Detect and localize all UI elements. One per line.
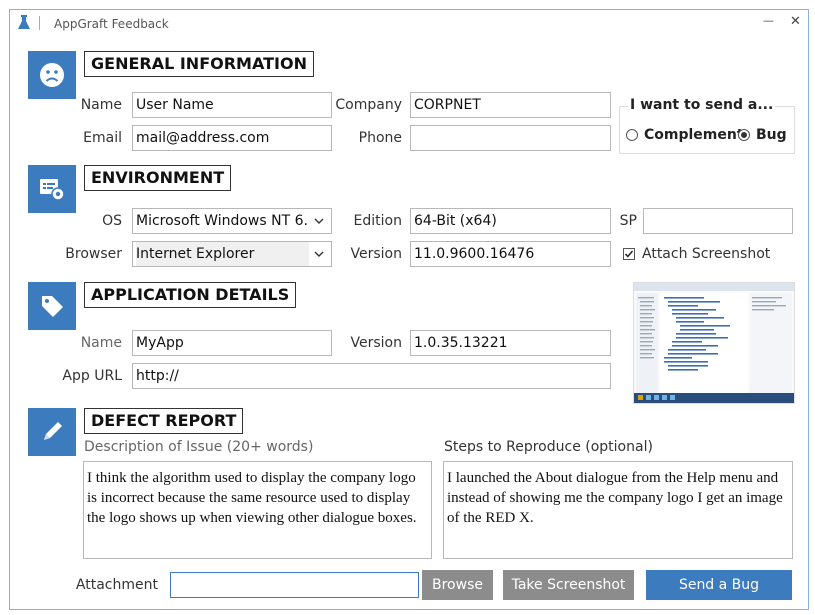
steps-label: Steps to Reproduce (optional) [444,439,653,455]
send-type-label: I want to send a... [628,97,776,113]
os-label: OS [102,213,122,229]
radio-complement-circle[interactable] [626,129,638,141]
flask-icon [17,15,31,31]
app-url-input[interactable]: http:// [132,363,611,389]
radio-bug-circle[interactable] [738,129,750,141]
email-label: Email [83,130,122,146]
radio-complement[interactable]: Complement [626,127,744,143]
browser-select[interactable]: Internet Explorer [132,241,332,267]
env-version-label: Version [350,246,402,262]
radio-bug[interactable]: Bug [738,127,787,143]
app-name-label: Name [80,335,122,351]
attach-screenshot-label[interactable]: Attach Screenshot [642,241,770,267]
app-name-input[interactable]: MyApp [132,330,332,356]
application-heading: APPLICATION DETAILS [84,282,297,308]
screenshot-thumbnail [633,282,795,404]
window-title: AppGraft Feedback [54,17,169,31]
env-version-input[interactable]: 11.0.9600.16476 [410,241,611,267]
attach-screenshot-checkbox[interactable] [623,248,635,260]
title-separator [39,16,40,30]
app-version-label: Version [350,335,402,351]
defect-heading: DEFECT REPORT [84,408,244,434]
send-bug-button[interactable]: Send a Bug [646,570,792,600]
phone-input[interactable] [410,125,611,151]
general-heading: GENERAL INFORMATION [84,51,314,77]
company-label: Company [335,97,402,113]
app-url-label: App URL [62,368,122,384]
attachment-label: Attachment [75,577,158,593]
tag-icon [28,282,76,330]
settings-window-icon [28,165,76,213]
sp-label: SP [619,213,637,229]
edition-label: Edition [353,213,402,229]
feedback-window: AppGraft Feedback — ✕ GENERAL INFORMATIO… [9,9,809,610]
browser-label: Browser [65,246,122,262]
minimize-button[interactable]: — [763,14,774,27]
phone-label: Phone [358,130,402,146]
sp-input[interactable] [643,208,793,234]
company-input[interactable]: CORPNET [410,92,611,118]
pencil-icon [28,408,76,456]
browse-button[interactable]: Browse [422,570,493,600]
os-select-value: Microsoft Windows NT 6.2. [136,213,309,229]
radio-complement-label: Complement [644,127,744,143]
app-version-input[interactable]: 1.0.35.13221 [410,330,611,356]
steps-textarea[interactable]: I launched the About dialogue from the H… [443,461,793,559]
attachment-input[interactable] [170,572,419,598]
environment-heading: ENVIRONMENT [84,165,232,191]
edition-input[interactable]: 64-Bit (x64) [410,208,611,234]
name-input[interactable]: User Name [132,92,332,118]
os-select[interactable]: Microsoft Windows NT 6.2. [132,208,332,234]
description-label: Description of Issue (20+ words) [84,439,314,455]
browser-select-value: Internet Explorer [136,242,309,266]
description-textarea[interactable]: I think the algorithm used to display th… [83,461,432,559]
take-screenshot-button[interactable]: Take Screenshot [503,570,634,600]
radio-bug-label: Bug [756,127,787,143]
name-label: Name [80,97,122,113]
email-input[interactable]: mail@address.com [132,125,332,151]
close-button[interactable]: ✕ [790,14,801,29]
